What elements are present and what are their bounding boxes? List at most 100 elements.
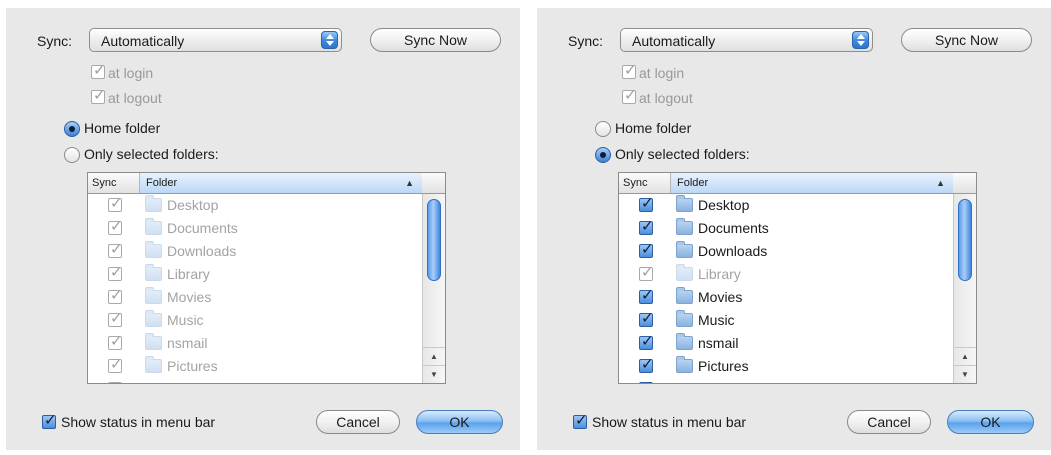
table-row[interactable]: Music [88,309,422,332]
cancel-button[interactable]: Cancel [316,410,400,434]
folder-icon [676,195,693,212]
folder-sync-checkbox[interactable] [108,355,123,373]
table-row[interactable] [619,378,953,383]
header-corner [953,173,976,193]
sync-preferences-panel-selected: Sync: Automatically Sync Now at login at… [537,8,1051,450]
table-row[interactable]: Library [619,263,953,286]
table-row[interactable]: nsmail [619,332,953,355]
folder-sync-checkbox[interactable] [108,194,123,212]
column-header-sync[interactable]: Sync [88,173,140,193]
table-row[interactable]: Downloads [619,240,953,263]
folder-table: Sync Folder ▲ Desktop Documents Download… [87,172,446,384]
table-row[interactable]: Downloads [88,240,422,263]
show-status-checkbox[interactable] [42,411,57,429]
folder-sync-checkbox[interactable] [108,240,123,258]
folder-name: Music [167,312,204,328]
table-row[interactable]: nsmail [88,332,422,355]
scrollbar-thumb[interactable] [427,199,441,281]
folder-sync-checkbox[interactable] [639,355,654,373]
folder-icon [145,356,162,373]
scroll-down-arrow-icon[interactable]: ▼ [423,365,445,383]
folder-name: Documents [167,220,238,236]
ok-button[interactable]: OK [947,410,1034,434]
popup-arrows-icon [321,31,338,49]
at-login-checkbox[interactable] [91,61,106,79]
folder-sync-checkbox[interactable] [108,263,123,281]
folder-sync-checkbox[interactable] [639,217,654,235]
sync-preferences-panel-home: Sync: Automatically Sync Now at login at… [6,8,520,450]
folder-name: Desktop [698,197,750,213]
table-row[interactable]: Documents [619,217,953,240]
table-row[interactable]: Pictures [88,355,422,378]
table-row[interactable]: Desktop [88,194,422,217]
table-row[interactable]: Pictures [619,355,953,378]
folder-sync-checkbox[interactable] [108,332,123,350]
scroll-up-arrow-icon[interactable]: ▲ [423,347,445,365]
folder-sync-checkbox[interactable] [639,378,654,383]
table-row[interactable]: Documents [88,217,422,240]
folder-icon [145,218,162,235]
folder-sync-checkbox[interactable] [639,194,654,212]
at-logout-checkbox[interactable] [622,86,637,104]
column-header-folder[interactable]: Folder ▲ [140,173,422,193]
folder-icon [145,310,162,327]
folder-table: Sync Folder ▲ Desktop Documents Download… [618,172,977,384]
at-login-label: at login [639,65,685,81]
folder-sync-checkbox[interactable] [108,378,123,383]
folder-name: Movies [167,289,212,305]
vertical-scrollbar[interactable]: ▲ ▼ [953,194,976,383]
folder-sync-checkbox[interactable] [108,286,123,304]
column-header-folder-label: Folder [146,177,178,189]
folder-name: Pictures [167,358,218,374]
table-header: Sync Folder ▲ [88,173,445,194]
only-selected-folders-radio[interactable] [595,147,611,163]
folder-name: Documents [698,220,769,236]
folder-icon [145,333,162,350]
at-login-label: at login [108,65,154,81]
folder-sync-checkbox[interactable] [639,332,654,350]
column-header-sync[interactable]: Sync [619,173,671,193]
folder-sync-checkbox[interactable] [639,263,654,281]
only-selected-folders-label: Only selected folders: [615,146,750,162]
home-folder-radio[interactable] [64,121,80,137]
sync-mode-popup[interactable]: Automatically [89,28,342,52]
show-status-checkbox[interactable] [573,411,588,429]
folder-icon [676,356,693,373]
only-selected-folders-radio[interactable] [64,147,80,163]
home-folder-radio[interactable] [595,121,611,137]
folder-sync-checkbox[interactable] [108,309,123,327]
table-row[interactable] [88,378,422,383]
popup-arrows-icon [852,31,869,49]
column-header-folder-label: Folder [677,177,709,189]
only-selected-folders-label: Only selected folders: [84,146,219,162]
folder-icon [676,264,693,281]
sync-mode-popup[interactable]: Automatically [620,28,873,52]
table-row[interactable]: Desktop [619,194,953,217]
at-logout-label: at logout [108,90,162,106]
sync-now-button[interactable]: Sync Now [370,28,501,52]
folder-sync-checkbox[interactable] [639,286,654,304]
home-folder-label: Home folder [84,120,161,136]
scrollbar-thumb[interactable] [958,199,972,281]
folder-name: Library [167,266,210,282]
scroll-up-arrow-icon[interactable]: ▲ [954,347,976,365]
table-row[interactable]: Music [619,309,953,332]
folder-icon [676,333,693,350]
sort-ascending-icon: ▲ [936,178,945,188]
table-row[interactable]: Movies [619,286,953,309]
at-login-checkbox[interactable] [622,61,637,79]
scroll-down-arrow-icon[interactable]: ▼ [954,365,976,383]
folder-sync-checkbox[interactable] [639,309,654,327]
folder-sync-checkbox[interactable] [639,240,654,258]
cancel-button[interactable]: Cancel [847,410,931,434]
folder-icon [145,287,162,304]
folder-sync-checkbox[interactable] [108,217,123,235]
table-row[interactable]: Movies [88,286,422,309]
sync-now-button[interactable]: Sync Now [901,28,1032,52]
table-row[interactable]: Library [88,263,422,286]
vertical-scrollbar[interactable]: ▲ ▼ [422,194,445,383]
at-logout-checkbox[interactable] [91,86,106,104]
folder-name: Downloads [167,243,237,259]
ok-button[interactable]: OK [416,410,503,434]
column-header-folder[interactable]: Folder ▲ [671,173,953,193]
